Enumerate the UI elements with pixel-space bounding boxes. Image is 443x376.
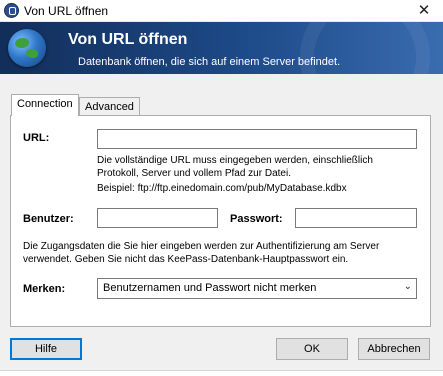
remember-select[interactable]: Benutzernamen und Passwort nicht merken … — [97, 278, 417, 299]
url-example-text: Beispiel: ftp://ftp.einedomain.com/pub/M… — [97, 183, 347, 194]
window-title: Von URL öffnen — [24, 4, 109, 18]
user-input[interactable] — [97, 208, 218, 228]
close-icon[interactable]: ✕ — [414, 2, 434, 19]
password-input[interactable] — [295, 208, 417, 228]
connection-tab-panel: URL: Die vollständige URL muss eingegebe… — [10, 115, 431, 327]
user-label: Benutzer: — [23, 213, 74, 225]
remember-selected-value: Benutzernamen und Passwort nicht merken — [103, 282, 317, 294]
password-label: Passwort: — [230, 213, 283, 225]
dialog-banner: Von URL öffnen Datenbank öffnen, die sic… — [0, 22, 443, 74]
url-input[interactable] — [97, 129, 417, 149]
tab-advanced[interactable]: Advanced — [79, 97, 140, 116]
cancel-button[interactable]: Abbrechen — [358, 338, 430, 360]
globe-icon — [8, 29, 46, 67]
bottom-edge — [0, 370, 443, 376]
url-help-text: Die vollständige URL muss eingegeben wer… — [97, 155, 373, 179]
banner-heading: Von URL öffnen — [68, 31, 188, 48]
banner-subheading: Datenbank öffnen, die sich auf einem Ser… — [78, 56, 341, 68]
chevron-down-icon: ⌄ — [403, 281, 412, 292]
title-bar: Von URL öffnen ✕ — [0, 0, 443, 22]
ok-button[interactable]: OK — [276, 338, 348, 360]
remember-label: Merken: — [23, 283, 66, 295]
keepass-lock-icon — [4, 3, 19, 18]
url-label: URL: — [23, 132, 50, 144]
help-button[interactable]: Hilfe — [10, 338, 82, 360]
credentials-info-text: Die Zugangsdaten die Sie hier eingeben w… — [23, 241, 380, 265]
tab-connection[interactable]: Connection — [11, 94, 79, 116]
